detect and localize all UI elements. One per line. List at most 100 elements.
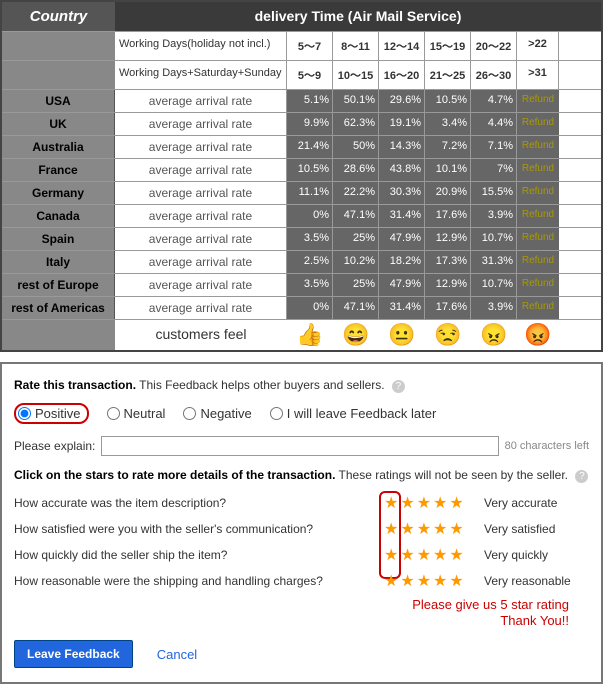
- star-question: How reasonable were the shipping and han…: [14, 574, 384, 588]
- rate-value: 9.9%: [287, 113, 333, 135]
- rate-value: 17.3%: [425, 251, 471, 273]
- refund-cell: Refund: [517, 228, 559, 250]
- rate-value: 3.9%: [471, 297, 517, 319]
- working-days-row-1: Working Days(holiday not incl.) 5～7 8～11…: [2, 31, 601, 60]
- rate-value: 10.7%: [471, 228, 517, 250]
- rate-value: 47.1%: [333, 205, 379, 227]
- rate-value: 30.3%: [379, 182, 425, 204]
- rate-value: 62.3%: [333, 113, 379, 135]
- country-cell: Germany: [2, 182, 115, 204]
- rate-value: 10.5%: [425, 90, 471, 112]
- rate-value: 25%: [333, 228, 379, 250]
- star-rating[interactable]: ★★★★★: [384, 493, 484, 513]
- leave-feedback-button[interactable]: Leave Feedback: [14, 640, 133, 668]
- country-cell: rest of Europe: [2, 274, 115, 296]
- star-row: How accurate was the item description?★★…: [14, 493, 589, 513]
- happy-icon: 😄: [333, 320, 379, 350]
- rate-value: 12.9%: [425, 228, 471, 250]
- refund-cell: Refund: [517, 251, 559, 273]
- table-row: Spainaverage arrival rate3.5%25%47.9%12.…: [2, 227, 601, 250]
- rate-label: average arrival rate: [115, 182, 287, 204]
- rating-radios: Positive Neutral Negative I will leave F…: [14, 403, 589, 424]
- rate-value: 47.9%: [379, 274, 425, 296]
- explain-input[interactable]: [101, 436, 498, 456]
- working-days-row-2: Working Days+Saturday+Sunday 5～9 10～15 1…: [2, 60, 601, 89]
- star-question: How quickly did the seller ship the item…: [14, 548, 384, 562]
- stars-title: Click on the stars to rate more details …: [14, 468, 589, 483]
- rate-label: average arrival rate: [115, 297, 287, 319]
- help-icon[interactable]: ?: [575, 470, 588, 483]
- table-row: Germanyaverage arrival rate11.1%22.2%30.…: [2, 181, 601, 204]
- rate-value: 7%: [471, 159, 517, 181]
- rate-value: 10.1%: [425, 159, 471, 181]
- table-row: rest of Europeaverage arrival rate3.5%25…: [2, 273, 601, 296]
- unhappy-icon: 😒: [425, 320, 471, 350]
- rate-value: 10.7%: [471, 274, 517, 296]
- table-row: Franceaverage arrival rate10.5%28.6%43.8…: [2, 158, 601, 181]
- rate-value: 10.5%: [287, 159, 333, 181]
- radio-later[interactable]: I will leave Feedback later: [270, 406, 437, 421]
- country-cell: UK: [2, 113, 115, 135]
- help-icon[interactable]: ?: [392, 380, 405, 393]
- rate-value: 31.4%: [379, 205, 425, 227]
- rate-value: 17.6%: [425, 205, 471, 227]
- rate-value: 3.5%: [287, 274, 333, 296]
- refund-cell: Refund: [517, 113, 559, 135]
- feedback-form: Rate this transaction. This Feedback hel…: [0, 362, 603, 684]
- rate-value: 14.3%: [379, 136, 425, 158]
- table-row: UKaverage arrival rate9.9%62.3%19.1%3.4%…: [2, 112, 601, 135]
- star-rating[interactable]: ★★★★★: [384, 519, 484, 539]
- star-question: How accurate was the item description?: [14, 496, 384, 510]
- rate-value: 50.1%: [333, 90, 379, 112]
- rate-value: 11.1%: [287, 182, 333, 204]
- rate-label: average arrival rate: [115, 159, 287, 181]
- rate-value: 3.5%: [287, 228, 333, 250]
- rate-label: average arrival rate: [115, 205, 287, 227]
- rate-value: 47.1%: [333, 297, 379, 319]
- thumb-up-icon: 👍: [287, 320, 333, 350]
- rate-value: 21.4%: [287, 136, 333, 158]
- star-label: Very accurate: [484, 496, 589, 510]
- star-rating[interactable]: ★★★★★: [384, 545, 484, 565]
- rate-value: 28.6%: [333, 159, 379, 181]
- refund-cell: Refund: [517, 274, 559, 296]
- country-cell: Italy: [2, 251, 115, 273]
- country-cell: rest of Americas: [2, 297, 115, 319]
- radio-positive[interactable]: Positive: [18, 406, 81, 421]
- rate-value: 10.2%: [333, 251, 379, 273]
- star-rating[interactable]: ★★★★★: [384, 571, 484, 591]
- rate-value: 7.1%: [471, 136, 517, 158]
- customers-feel-row: customers feel 👍 😄 😐 😒 😠 😡: [2, 319, 601, 350]
- rate-value: 12.9%: [425, 274, 471, 296]
- cancel-link[interactable]: Cancel: [157, 647, 197, 662]
- rate-value: 2.5%: [287, 251, 333, 273]
- rate-value: 4.7%: [471, 90, 517, 112]
- radio-neutral[interactable]: Neutral: [107, 406, 166, 421]
- header-country: Country: [2, 2, 115, 31]
- refund-cell: Refund: [517, 297, 559, 319]
- radio-negative[interactable]: Negative: [183, 406, 251, 421]
- rate-value: 31.3%: [471, 251, 517, 273]
- table-row: Canadaaverage arrival rate0%47.1%31.4%17…: [2, 204, 601, 227]
- country-cell: Australia: [2, 136, 115, 158]
- table-row: USAaverage arrival rate5.1%50.1%29.6%10.…: [2, 89, 601, 112]
- rate-label: average arrival rate: [115, 136, 287, 158]
- angry-icon: 😠: [471, 320, 517, 350]
- furious-icon: 😡: [517, 320, 559, 350]
- refund-cell: Refund: [517, 205, 559, 227]
- rate-value: 3.4%: [425, 113, 471, 135]
- rate-value: 0%: [287, 205, 333, 227]
- refund-cell: Refund: [517, 182, 559, 204]
- please-rate-text: Please give us 5 star ratingThank You!!: [14, 597, 569, 628]
- rate-value: 15.5%: [471, 182, 517, 204]
- refund-cell: Refund: [517, 159, 559, 181]
- rate-label: average arrival rate: [115, 251, 287, 273]
- delivery-table: Country delivery Time (Air Mail Service)…: [0, 0, 603, 352]
- table-row: Australiaaverage arrival rate21.4%50%14.…: [2, 135, 601, 158]
- rate-value: 3.9%: [471, 205, 517, 227]
- star-question: How satisfied were you with the seller's…: [14, 522, 384, 536]
- star-label: Very satisfied: [484, 522, 589, 536]
- star-row: How quickly did the seller ship the item…: [14, 545, 589, 565]
- rate-value: 20.9%: [425, 182, 471, 204]
- rate-value: 17.6%: [425, 297, 471, 319]
